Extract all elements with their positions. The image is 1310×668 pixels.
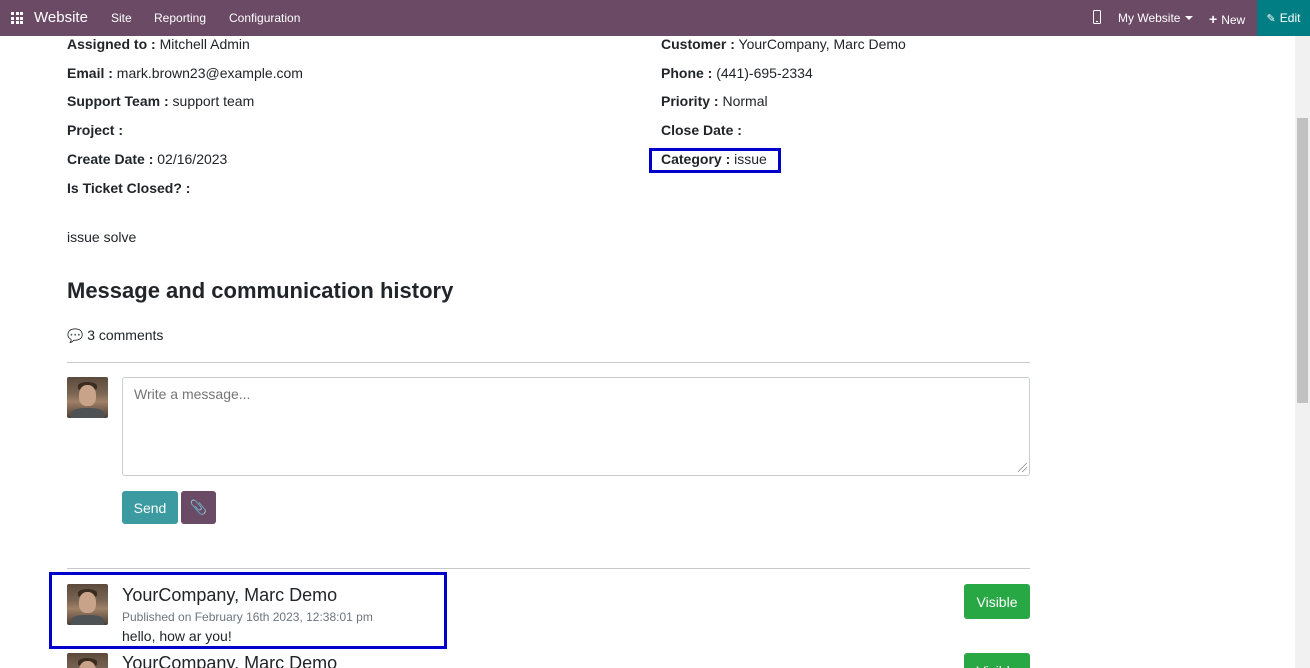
caret-down-icon — [1185, 16, 1194, 20]
field-email: Email : mark.brown23@example.com — [67, 64, 303, 82]
my-website-label: My Website — [1118, 11, 1181, 25]
mobile-preview-icon[interactable] — [1093, 10, 1101, 24]
divider — [67, 362, 1030, 363]
visibility-button[interactable]: Visible — [964, 584, 1030, 619]
paperclip-icon: 📎 — [189, 499, 208, 515]
field-label: Assigned to : — [67, 36, 156, 52]
comments-icon: 💬 — [67, 328, 84, 343]
my-website-dropdown[interactable]: My Website — [1118, 11, 1194, 25]
field-label: Email : — [67, 65, 113, 81]
visibility-button[interactable]: Visible — [964, 653, 1030, 668]
avatar — [67, 377, 108, 418]
resize-handle-icon[interactable] — [1018, 463, 1027, 472]
field-priority: Priority : Normal — [661, 92, 768, 110]
field-customer: Customer : YourCompany, Marc Demo — [661, 35, 906, 53]
divider — [67, 568, 1030, 569]
comments-count: 💬 3 comments — [67, 327, 163, 344]
field-value: mark.brown23@example.com — [116, 65, 303, 81]
menu-site[interactable]: Site — [111, 11, 132, 25]
field-create-date: Create Date : 02/16/2023 — [67, 150, 227, 168]
message-highlight-box — [49, 572, 447, 649]
message-input[interactable] — [122, 377, 1030, 476]
field-label: Phone : — [661, 65, 713, 81]
new-button[interactable]: + New — [1209, 11, 1245, 27]
field-label: Customer : — [661, 36, 735, 52]
field-value: Mitchell Admin — [159, 36, 250, 52]
comments-count-label: 3 comments — [87, 327, 164, 343]
attach-button[interactable]: 📎 — [181, 491, 216, 524]
category-highlight-box — [649, 148, 781, 173]
app-brand[interactable]: Website — [34, 9, 88, 26]
avatar — [67, 653, 108, 668]
field-label: Support Team : — [67, 93, 169, 109]
edit-label: Edit — [1279, 11, 1301, 25]
field-value: support team — [172, 93, 255, 109]
ticket-description: issue solve — [67, 229, 137, 245]
top-navbar: Website Site Reporting Configuration My … — [0, 0, 1310, 36]
field-phone: Phone : (441)-695-2334 — [661, 64, 813, 82]
new-label: New — [1221, 13, 1246, 27]
field-label: Create Date : — [67, 151, 154, 167]
field-assigned-to: Assigned to : Mitchell Admin — [67, 35, 250, 53]
field-close-date: Close Date : — [661, 121, 742, 139]
field-value: 02/16/2023 — [157, 151, 228, 167]
field-label: Is Ticket Closed? : — [67, 180, 191, 196]
pencil-icon: ✎ — [1266, 12, 1276, 25]
field-label: Close Date : — [661, 122, 742, 138]
field-support-team: Support Team : support team — [67, 92, 254, 110]
edit-button[interactable]: ✎ Edit — [1257, 0, 1310, 36]
field-project: Project : — [67, 121, 123, 139]
menu-configuration[interactable]: Configuration — [229, 11, 300, 25]
menu-reporting[interactable]: Reporting — [154, 11, 206, 25]
field-value: (441)-695-2334 — [716, 65, 813, 81]
field-value: Normal — [722, 93, 768, 109]
scrollbar-thumb[interactable] — [1297, 118, 1308, 403]
send-button[interactable]: Send — [122, 491, 178, 524]
field-is-ticket-closed: Is Ticket Closed? : — [67, 179, 190, 197]
apps-grid-icon[interactable] — [11, 12, 23, 24]
history-title: Message and communication history — [67, 278, 454, 303]
message-author: YourCompany, Marc Demo — [122, 653, 338, 668]
field-label: Priority : — [661, 93, 719, 109]
field-label: Project : — [67, 122, 124, 138]
plus-icon: + — [1209, 11, 1218, 27]
field-value: YourCompany, Marc Demo — [738, 36, 906, 52]
